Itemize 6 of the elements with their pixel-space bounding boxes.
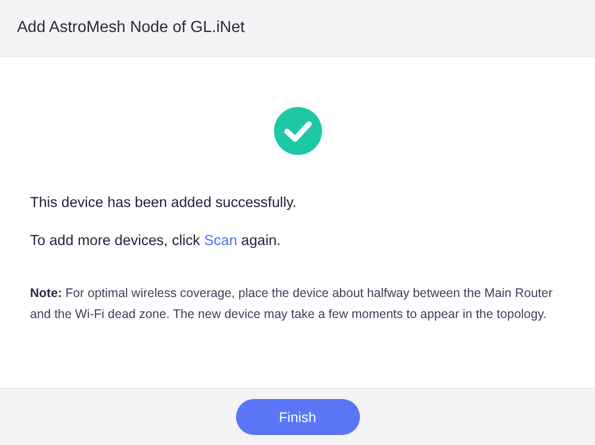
note-text: Note: For optimal wireless coverage, place the device about halfway between the Main Router and the Wi-Fi dead zone. The new device may take a few moments to appear in the topology. (30, 285, 554, 323)
finish-button[interactable]: Finish (236, 399, 360, 435)
dialog-title: Add AstroMesh Node of GL.iNet (17, 19, 245, 37)
success-message: This device has been added successfully. (30, 194, 298, 213)
scan-link[interactable]: Scan (204, 233, 238, 249)
add-more-instruction: To add more devices, click Scan again. (30, 232, 282, 251)
